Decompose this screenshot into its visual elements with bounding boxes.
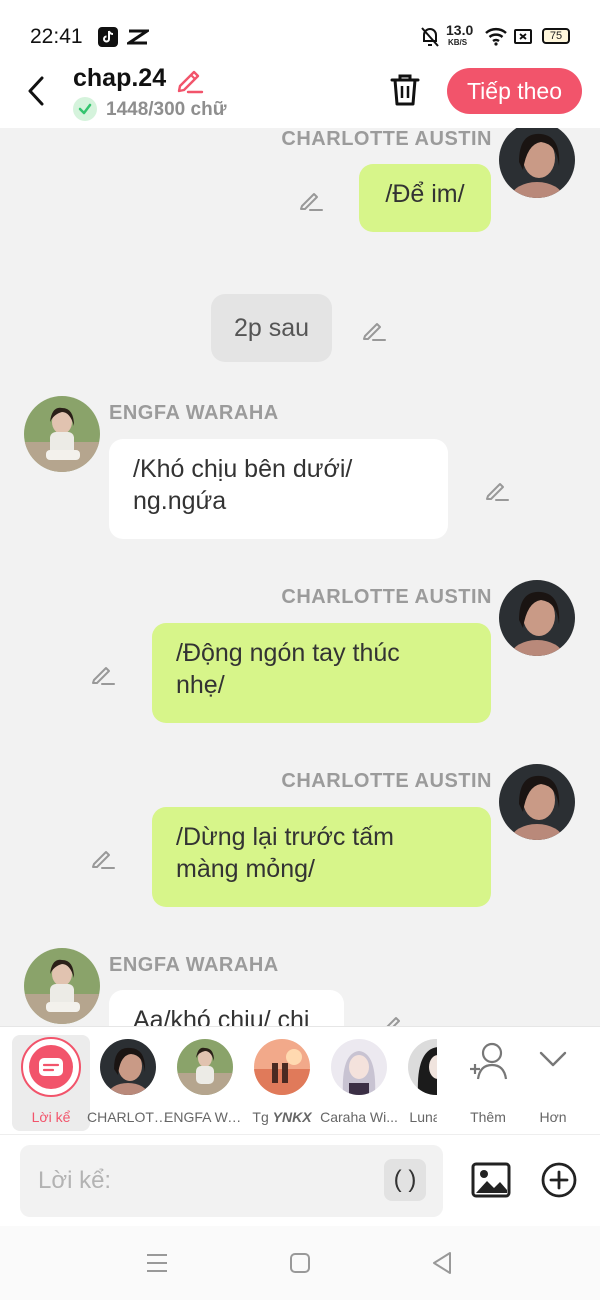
edit-title-icon[interactable] xyxy=(174,64,204,99)
character-avatar xyxy=(100,1039,156,1095)
speaker-name: ENGFA WARAHA xyxy=(109,402,279,424)
character-avatar xyxy=(177,1039,233,1095)
trash-icon[interactable] xyxy=(388,72,422,113)
edit-message-icon[interactable] xyxy=(361,316,387,342)
message-bubble[interactable]: /Khó chịu bên dưới/ ng.ngứa xyxy=(109,439,448,539)
character-label-prefix: Tg xyxy=(252,1109,273,1125)
character-luna[interactable]: Luna xyxy=(397,1035,437,1131)
avatar-engfa[interactable] xyxy=(24,948,100,1024)
edit-message-icon[interactable] xyxy=(484,476,510,502)
character-narration[interactable]: Lời kể xyxy=(12,1035,90,1131)
composer-bar: Lời kể: ( ) xyxy=(0,1134,600,1226)
character-avatar xyxy=(331,1039,387,1095)
menu-icon[interactable] xyxy=(145,1252,169,1279)
mute-bell-icon xyxy=(420,26,440,53)
add-character-button[interactable]: Thêm xyxy=(460,1039,516,1129)
character-label: Luna xyxy=(409,1109,437,1125)
add-character-label: Thêm xyxy=(470,1109,506,1125)
message-line: /Động ngón tay thúc xyxy=(176,639,400,667)
character-avatar xyxy=(408,1039,437,1095)
image-icon[interactable] xyxy=(471,1160,511,1205)
wifi-icon xyxy=(484,26,508,51)
parentheses-button[interactable]: ( ) xyxy=(384,1159,426,1201)
chapter-title[interactable]: chap.24 xyxy=(73,64,166,93)
input-placeholder: Lời kể: xyxy=(38,1167,112,1194)
next-button[interactable]: Tiếp theo xyxy=(447,68,582,114)
net-speed-unit: KB/S xyxy=(448,38,468,47)
status-bar: 22:41 13.0 KB/S 75 xyxy=(0,0,600,60)
back-triangle-icon[interactable] xyxy=(430,1250,454,1281)
message-line: /Khó chịu bên dưới/ xyxy=(133,455,353,483)
status-time: 22:41 xyxy=(30,25,83,48)
add-circle-icon[interactable] xyxy=(540,1161,578,1204)
narration-bubble[interactable]: 2p sau xyxy=(211,294,332,362)
check-icon xyxy=(73,97,97,121)
message-line: nhẹ/ xyxy=(176,671,225,699)
character-charlotte[interactable]: CHARLOTTE AUSTIN xyxy=(87,1035,169,1131)
character-caraha[interactable]: Caraha Wi... xyxy=(320,1035,398,1131)
avatar-charlotte[interactable] xyxy=(499,580,575,656)
add-person-icon xyxy=(466,1041,510,1086)
sim-icon xyxy=(514,29,532,44)
narration-icon xyxy=(21,1037,81,1097)
capcut-icon xyxy=(124,27,152,52)
speaker-name: CHARLOTTE AUSTIN xyxy=(281,770,492,792)
avatar-charlotte[interactable] xyxy=(499,764,575,840)
speaker-name: ENGFA WARAHA xyxy=(109,954,279,976)
avatar-charlotte[interactable] xyxy=(499,128,575,198)
system-nav-bar xyxy=(0,1226,600,1300)
narration-input[interactable]: Lời kể: ( ) xyxy=(20,1145,443,1217)
character-label: Tg YNKX xyxy=(241,1109,323,1125)
character-tg-ynkx[interactable]: Tg YNKX xyxy=(243,1035,321,1131)
character-label: ENGFA WARAHA xyxy=(164,1109,246,1125)
app-header: chap.24 1448/300 chữ Tiếp theo xyxy=(0,60,600,128)
message-bubble[interactable]: /Động ngón tay thúc nhẹ/ xyxy=(152,623,491,723)
character-bar: Lời kể CHARLOTTE AUSTIN ENGFA WARAHA Tg … xyxy=(0,1026,600,1134)
battery-indicator: 75 xyxy=(542,28,570,44)
home-icon[interactable] xyxy=(289,1252,311,1279)
message-line: màng mỏng/ xyxy=(176,855,315,883)
character-engfa[interactable]: ENGFA WARAHA xyxy=(164,1035,246,1131)
more-characters-label: Hơn xyxy=(539,1109,567,1125)
character-label: Caraha Wi... xyxy=(320,1109,398,1125)
character-avatar xyxy=(254,1039,310,1095)
character-label-bold: YNKX xyxy=(272,1109,312,1125)
character-label: CHARLOTTE AUSTIN xyxy=(87,1109,169,1125)
edit-message-icon[interactable] xyxy=(90,844,116,870)
back-icon[interactable] xyxy=(22,74,52,108)
tiktok-icon xyxy=(98,27,118,47)
speaker-name: CHARLOTTE AUSTIN xyxy=(281,128,492,150)
chevron-down-icon xyxy=(538,1047,568,1076)
edit-message-icon[interactable] xyxy=(380,1010,406,1026)
avatar-engfa[interactable] xyxy=(24,396,100,472)
character-label: Lời kể xyxy=(31,1109,71,1125)
message-line: /Dừng lại trước tấm xyxy=(176,823,394,851)
message-bubble[interactable]: /Dừng lại trước tấm màng mỏng/ xyxy=(152,807,491,907)
message-line: ng.ngứa xyxy=(133,487,227,515)
speaker-name: CHARLOTTE AUSTIN xyxy=(281,586,492,608)
edit-message-icon[interactable] xyxy=(298,186,324,212)
net-speed-value: 13.0 xyxy=(446,22,474,38)
message-bubble[interactable]: Aa/khó chịu/ chị xyxy=(109,990,344,1026)
edit-message-icon[interactable] xyxy=(90,660,116,686)
word-count: 1448/300 chữ xyxy=(106,99,227,120)
message-bubble[interactable]: /Để im/ xyxy=(359,164,491,232)
more-characters-button[interactable]: Hơn xyxy=(528,1039,578,1129)
chat-area: CHARLOTTE AUSTIN /Để im/ 2p sau ENGFA WA… xyxy=(0,128,600,1026)
